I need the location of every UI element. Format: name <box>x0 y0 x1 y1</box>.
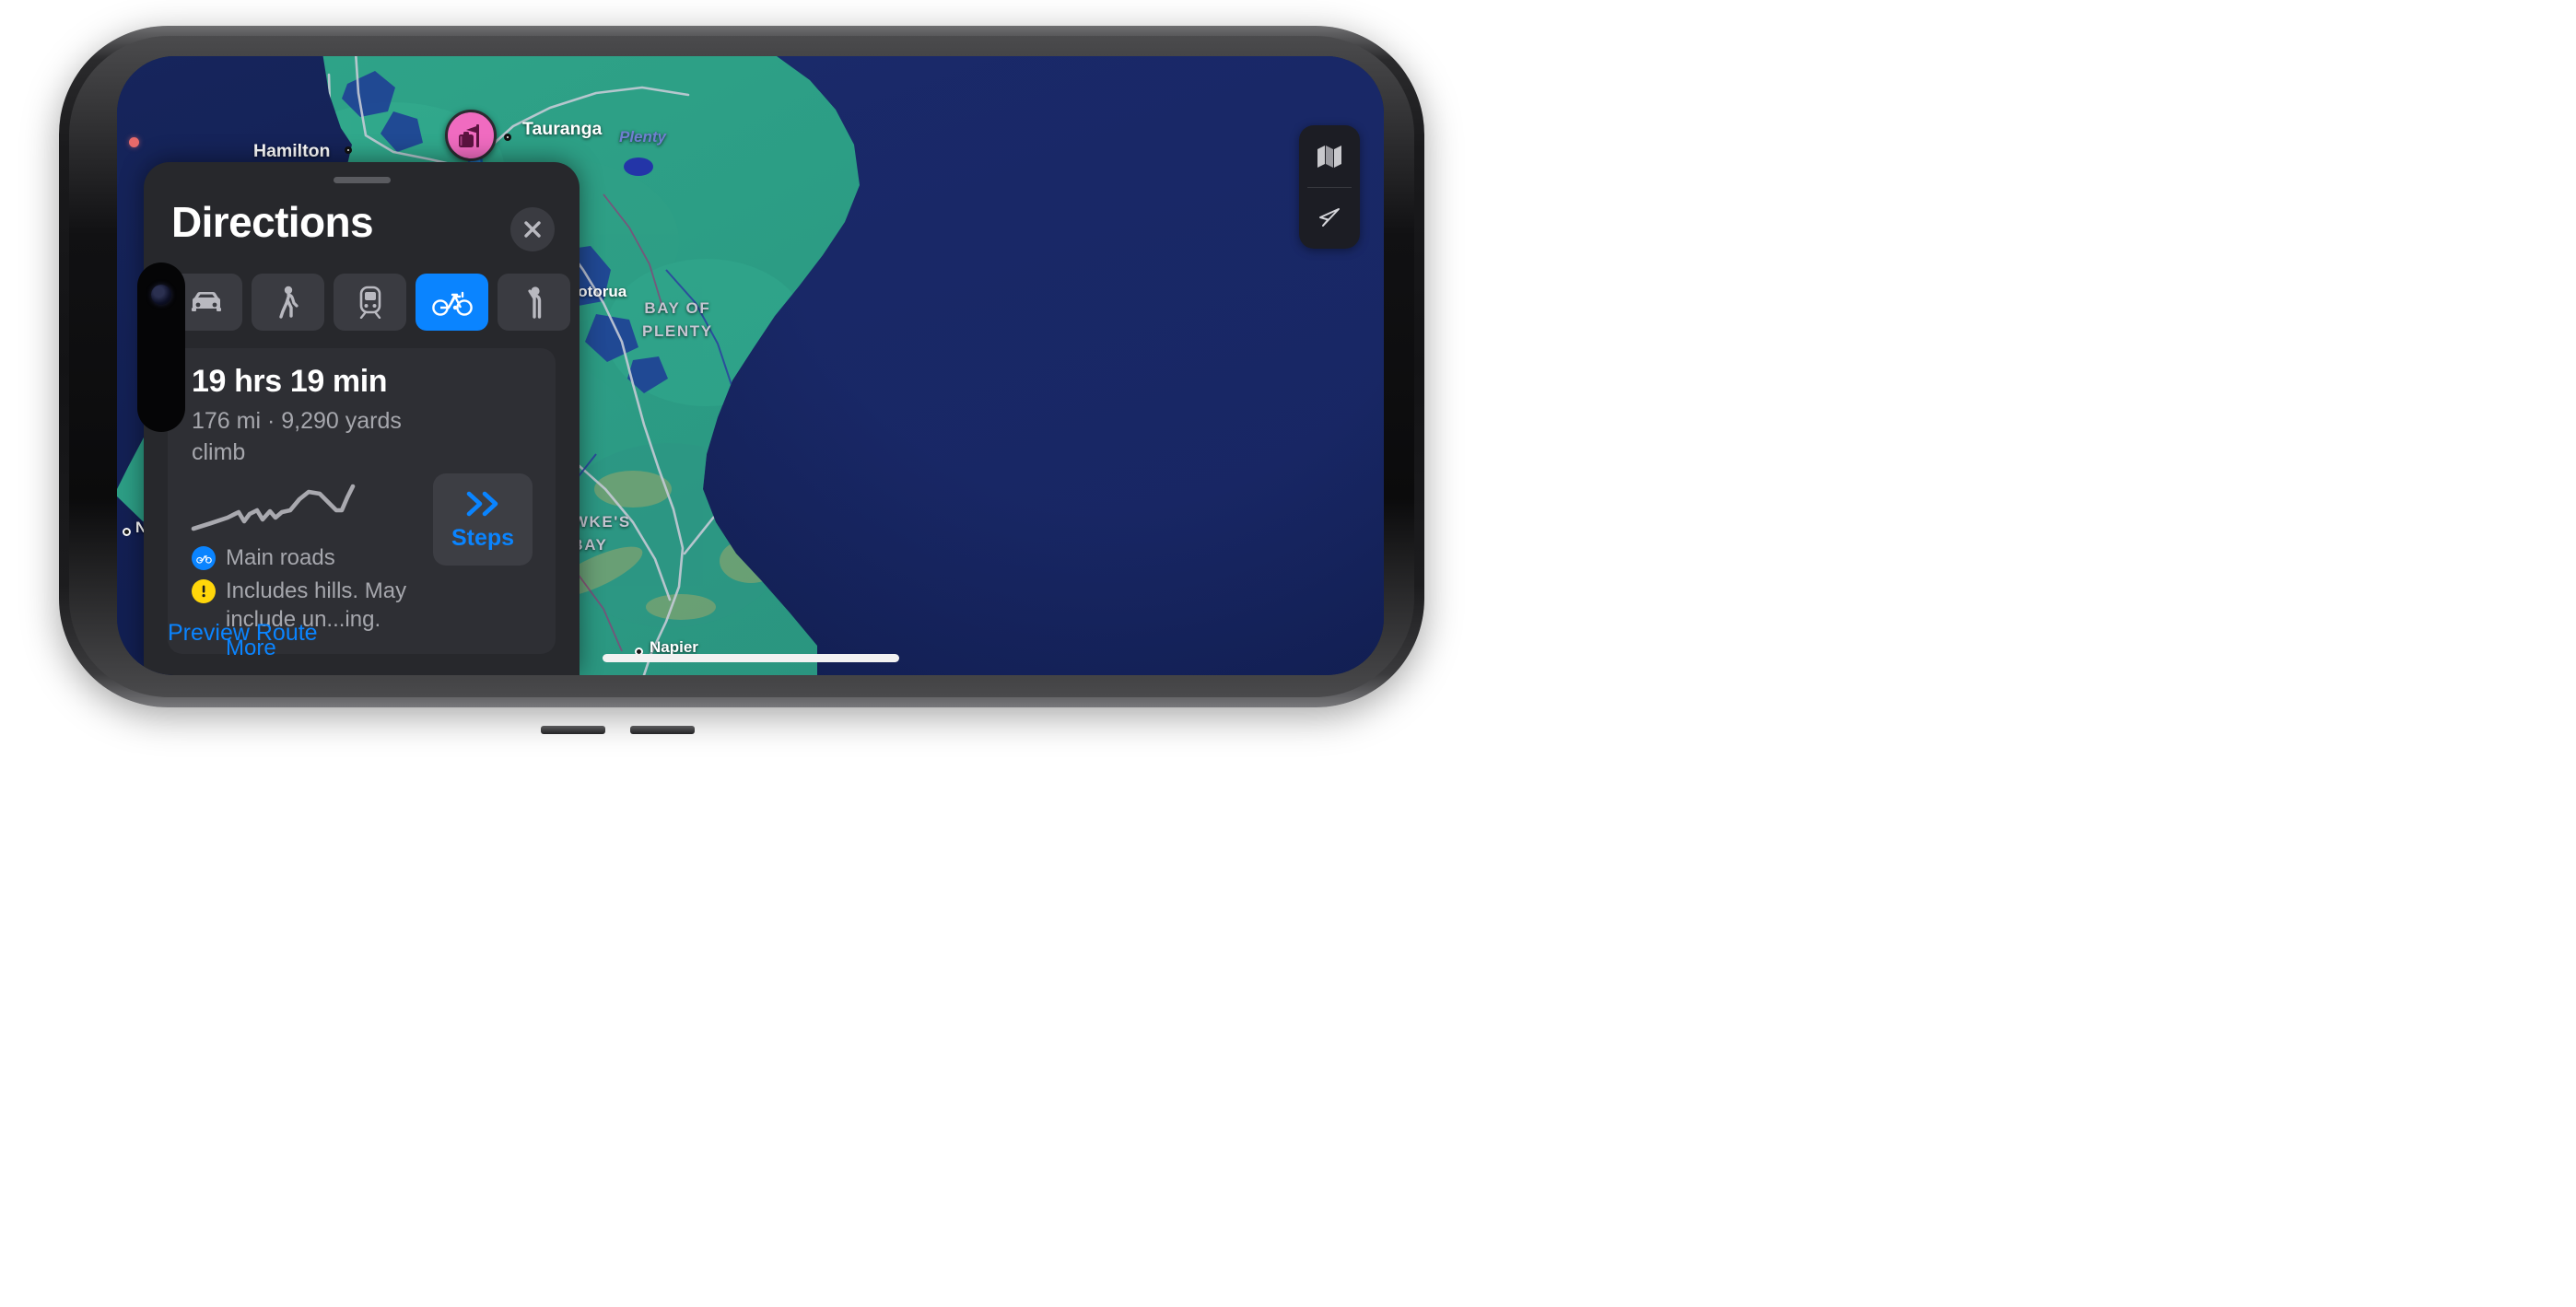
recording-indicator-dot <box>129 137 139 147</box>
phone-screen: Plenty North Island / Te Ika- a-Māui BAY… <box>117 56 1384 675</box>
steps-button[interactable]: Steps <box>433 473 533 566</box>
close-icon <box>524 221 541 238</box>
home-indicator[interactable] <box>602 654 899 662</box>
volume-down-button[interactable] <box>630 726 695 734</box>
route-attribute-main-roads: Main roads <box>192 544 335 573</box>
map-controls-divider <box>1307 187 1352 188</box>
locate-me-button[interactable] <box>1299 187 1360 249</box>
map-mode-button[interactable] <box>1299 125 1360 187</box>
transport-mode-selector <box>170 274 570 331</box>
bicycle-badge-icon <box>192 546 216 570</box>
dynamic-island <box>137 263 185 432</box>
close-button[interactable] <box>510 207 555 251</box>
route-duration: 19 hrs 19 min <box>192 364 388 399</box>
elevation-profile-chart <box>191 484 356 531</box>
destination-pin[interactable] <box>445 110 497 161</box>
preview-route-link[interactable]: Preview Route <box>168 620 318 647</box>
luggage-flag-icon <box>459 124 479 147</box>
volume-up-button[interactable] <box>541 726 605 734</box>
sheet-drag-handle[interactable] <box>333 177 391 183</box>
directions-sheet: Directions 19 hrs 19 min 176 mi · 9,290 … <box>144 162 580 675</box>
navigation-arrow-icon <box>1319 207 1340 227</box>
city-dot-hamilton <box>345 146 352 154</box>
rideshare-icon <box>527 286 541 319</box>
walk-icon <box>278 286 299 319</box>
bicycle-icon <box>431 291 473 316</box>
front-camera-icon <box>151 285 171 305</box>
map-controls-stack <box>1299 125 1360 249</box>
mode-button-transit[interactable] <box>334 274 406 331</box>
route-attribute-label: Main roads <box>226 545 335 570</box>
warning-badge-icon <box>192 579 216 603</box>
route-summary-card[interactable]: 19 hrs 19 min 176 mi · 9,290 yards climb… <box>168 348 556 660</box>
page-title: Directions <box>171 198 374 246</box>
map-layers-icon <box>1317 145 1341 168</box>
mode-button-cycle[interactable] <box>416 274 488 331</box>
car-icon <box>191 292 221 311</box>
double-chevron-right-icon <box>466 491 498 516</box>
city-dot-tauranga <box>504 134 511 141</box>
city-dot-new-plymouth <box>123 528 131 536</box>
power-button[interactable] <box>536 44 704 53</box>
route-distance: 176 mi · 9,290 yards climb <box>192 408 402 465</box>
mode-button-ride[interactable] <box>498 274 570 331</box>
mode-button-walk[interactable] <box>252 274 324 331</box>
steps-button-label: Steps <box>451 524 515 551</box>
train-icon <box>359 286 381 319</box>
